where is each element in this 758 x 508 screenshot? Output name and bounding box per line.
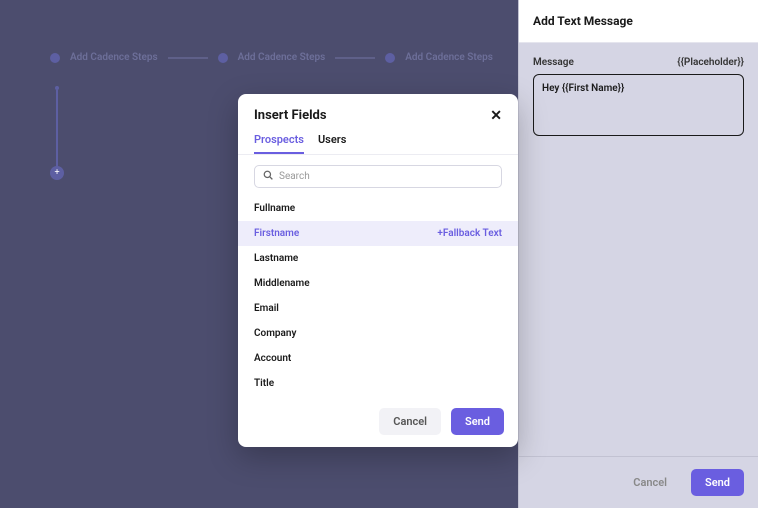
- plus-icon: +: [54, 169, 59, 178]
- step-dot: [50, 53, 60, 63]
- timeline-line: [56, 90, 58, 168]
- field-label: Email: [254, 303, 279, 314]
- side-panel-body: Message {{Placeholder}}: [519, 43, 758, 456]
- side-cancel-button[interactable]: Cancel: [619, 469, 681, 496]
- step-dot: [385, 53, 395, 63]
- side-panel-header: Add Text Message: [519, 0, 758, 43]
- field-label: Firstname: [254, 228, 299, 239]
- side-panel-title: Add Text Message: [533, 14, 744, 28]
- cadence-stepper: Add Cadence Steps Add Cadence Steps Add …: [50, 52, 493, 63]
- step-label: Add Cadence Steps: [405, 52, 493, 63]
- field-item-email[interactable]: Email: [238, 296, 518, 321]
- field-item-title[interactable]: Title: [238, 371, 518, 396]
- placeholder-link[interactable]: {{Placeholder}}: [677, 57, 744, 68]
- side-panel-add-text-message: Add Text Message Message {{Placeholder}}…: [518, 0, 758, 508]
- message-label: Message: [533, 57, 574, 68]
- search-box[interactable]: [254, 165, 502, 188]
- add-step-button[interactable]: +: [50, 166, 64, 180]
- modal-send-button[interactable]: Send: [451, 408, 504, 435]
- modal-header: Insert Fields ✕: [238, 94, 518, 133]
- insert-fields-modal: Insert Fields ✕ Prospects Users Fullname…: [238, 94, 518, 447]
- field-item-account[interactable]: Account: [238, 346, 518, 371]
- tab-users[interactable]: Users: [318, 133, 346, 154]
- search-wrap: [238, 155, 518, 196]
- field-label: Lastname: [254, 253, 298, 264]
- field-item-firstname[interactable]: Firstname +Fallback Text: [238, 221, 518, 246]
- field-item-fullname[interactable]: Fullname: [238, 196, 518, 221]
- step-label: Add Cadence Steps: [238, 52, 326, 63]
- field-item-middlename[interactable]: Middlename: [238, 271, 518, 296]
- modal-cancel-button[interactable]: Cancel: [379, 408, 441, 435]
- field-list: Fullname Firstname +Fallback Text Lastna…: [238, 196, 518, 396]
- field-label: Title: [254, 378, 274, 389]
- search-input[interactable]: [279, 171, 493, 182]
- field-item-company[interactable]: Company: [238, 321, 518, 346]
- field-item-lastname[interactable]: Lastname: [238, 246, 518, 271]
- modal-tabs: Prospects Users: [238, 133, 518, 154]
- field-label: Company: [254, 328, 296, 339]
- fallback-text-link[interactable]: +Fallback Text: [437, 228, 502, 239]
- step-label: Add Cadence Steps: [70, 52, 158, 63]
- field-label: Middlename: [254, 278, 310, 289]
- message-label-row: Message {{Placeholder}}: [533, 57, 744, 68]
- search-icon: [263, 170, 273, 183]
- message-textarea[interactable]: [533, 74, 744, 136]
- tab-prospects[interactable]: Prospects: [254, 133, 304, 154]
- modal-title: Insert Fields: [254, 108, 327, 123]
- field-label: Account: [254, 353, 291, 364]
- step-connector: [168, 57, 208, 59]
- step-connector: [335, 57, 375, 59]
- field-label: Fullname: [254, 203, 295, 214]
- side-panel-footer: Cancel Send: [519, 456, 758, 508]
- side-send-button[interactable]: Send: [691, 469, 744, 496]
- step-dot: [218, 53, 228, 63]
- modal-footer: Cancel Send: [238, 396, 518, 447]
- close-icon[interactable]: ✕: [490, 109, 502, 123]
